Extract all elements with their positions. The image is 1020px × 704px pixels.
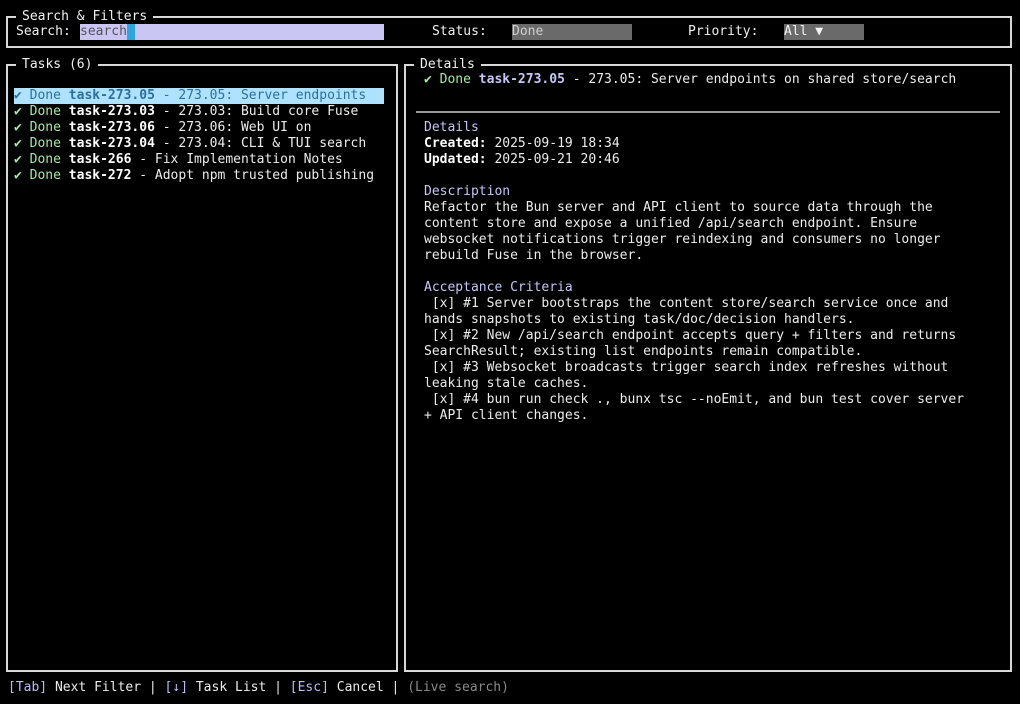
task-row[interactable]: ✔ Done task-272 - Adopt npm trusted publ… (14, 168, 384, 184)
description-heading: Description (424, 184, 511, 199)
acceptance-line: leaking stale caches. (424, 376, 589, 391)
check-icon: ✔ (14, 104, 22, 119)
task-id: task-273.03 (68, 104, 155, 119)
check-icon: ✔ (14, 152, 22, 167)
priority-label: Priority: (688, 24, 759, 39)
acceptance-line: [x] #3 Websocket broadcasts trigger sear… (424, 360, 949, 375)
check-icon: ✔ (14, 88, 22, 103)
esc-key-hint: [Esc] (281, 680, 329, 695)
acceptance-line: [x] #2 New /api/search endpoint accepts … (424, 328, 957, 343)
task-title: - Fix Implementation Notes (139, 152, 343, 167)
details-header: ✔ Done task-273.05 - 273.05: Server endp… (424, 72, 994, 88)
search-filters-title: Search & Filters (16, 9, 154, 25)
task-title: - 273.04: CLI & TUI search (162, 136, 367, 151)
updated-value: 2025-09-21 20:46 (494, 152, 620, 167)
check-icon: ✔ (424, 72, 432, 87)
search-input[interactable]: search (80, 24, 384, 40)
task-status: Done (29, 152, 61, 167)
task-row[interactable]: ✔ Done task-273.05 - 273.05: Server endp… (14, 88, 384, 104)
acceptance-line: hands snapshots to existing task/doc/dec… (424, 312, 855, 327)
tab-hint-label: Next Filter (47, 680, 149, 695)
task-id: task-273.05 (68, 88, 155, 103)
task-status: Done (29, 168, 61, 183)
created-line: Created: 2025-09-19 18:34 (424, 136, 994, 152)
created-label: Created: (424, 136, 487, 151)
status-filter[interactable]: Done (512, 24, 632, 40)
task-id: task-272 (68, 168, 132, 183)
acceptance-line: SearchResult; existing list endpoints re… (424, 344, 863, 359)
footer-separator: | (274, 680, 282, 695)
task-row[interactable]: ✔ Done task-273.03 - 273.03: Build core … (14, 104, 384, 120)
status-filter-value: Done (512, 24, 544, 39)
description-line: websocket notifications trigger reindexi… (424, 232, 941, 247)
down-hint-label: Task List (188, 680, 275, 695)
task-status: Done (29, 136, 61, 151)
updated-label: Updated: (424, 152, 487, 167)
down-key-hint: [↓] (156, 680, 189, 695)
priority-filter[interactable]: All ▼ (784, 24, 864, 40)
live-search-hint: (Live search) (399, 680, 509, 695)
description-line: rebuild Fuse in the browser. (424, 248, 644, 263)
task-id: task-273.04 (68, 136, 155, 151)
task-row[interactable]: ✔ Done task-273.04 - 273.04: CLI & TUI s… (14, 136, 384, 152)
task-status: Done (29, 88, 61, 103)
task-title: - 273.06: Web UI on (162, 120, 312, 135)
priority-filter-value: All ▼ (784, 24, 824, 39)
task-id: task-273.06 (68, 120, 155, 135)
details-title: Details (414, 57, 481, 73)
description-line: content store and expose a unified /api/… (424, 216, 918, 231)
task-row[interactable]: ✔ Done task-266 - Fix Implementation Not… (14, 152, 384, 168)
tasks-title: Tasks (6) (16, 57, 99, 73)
tab-key-hint: [Tab] (8, 680, 48, 695)
details-divider (416, 111, 1000, 113)
task-title: - 273.03: Build core Fuse (162, 104, 359, 119)
task-title: - Adopt npm trusted publishing (139, 168, 375, 183)
check-icon: ✔ (14, 120, 22, 135)
text-cursor (126, 24, 135, 40)
acceptance-heading: Acceptance Criteria (424, 280, 573, 295)
search-input-value: search (80, 24, 127, 39)
esc-hint-label: Cancel (328, 680, 392, 695)
details-status: Done (439, 72, 471, 87)
acceptance-line: + API client changes. (424, 408, 589, 423)
details-task-title: - 273.05: Server endpoints on shared sto… (572, 72, 957, 87)
footer-hints: [Tab] Next Filter | [↓] Task List | [Esc… (8, 680, 509, 696)
acceptance-line: [x] #4 bun run check ., bunx tsc --noEmi… (424, 392, 965, 407)
created-value: 2025-09-19 18:34 (494, 136, 620, 151)
check-icon: ✔ (14, 168, 22, 183)
description-line: Refactor the Bun server and API client t… (424, 200, 933, 215)
task-status: Done (29, 104, 61, 119)
updated-line: Updated: 2025-09-21 20:46 (424, 152, 994, 168)
task-title: - 273.05: Server endpoints (162, 88, 367, 103)
task-status: Done (29, 120, 61, 135)
status-label: Status: (432, 24, 487, 39)
search-label: Search: (16, 24, 71, 39)
details-task-id: task-273.05 (478, 72, 565, 87)
check-icon: ✔ (14, 136, 22, 151)
task-row[interactable]: ✔ Done task-273.06 - 273.06: Web UI on (14, 120, 384, 136)
acceptance-line: [x] #1 Server bootstraps the content sto… (424, 296, 949, 311)
footer-separator: | (148, 680, 157, 695)
task-id: task-266 (68, 152, 132, 167)
details-section-heading: Details (424, 120, 479, 135)
